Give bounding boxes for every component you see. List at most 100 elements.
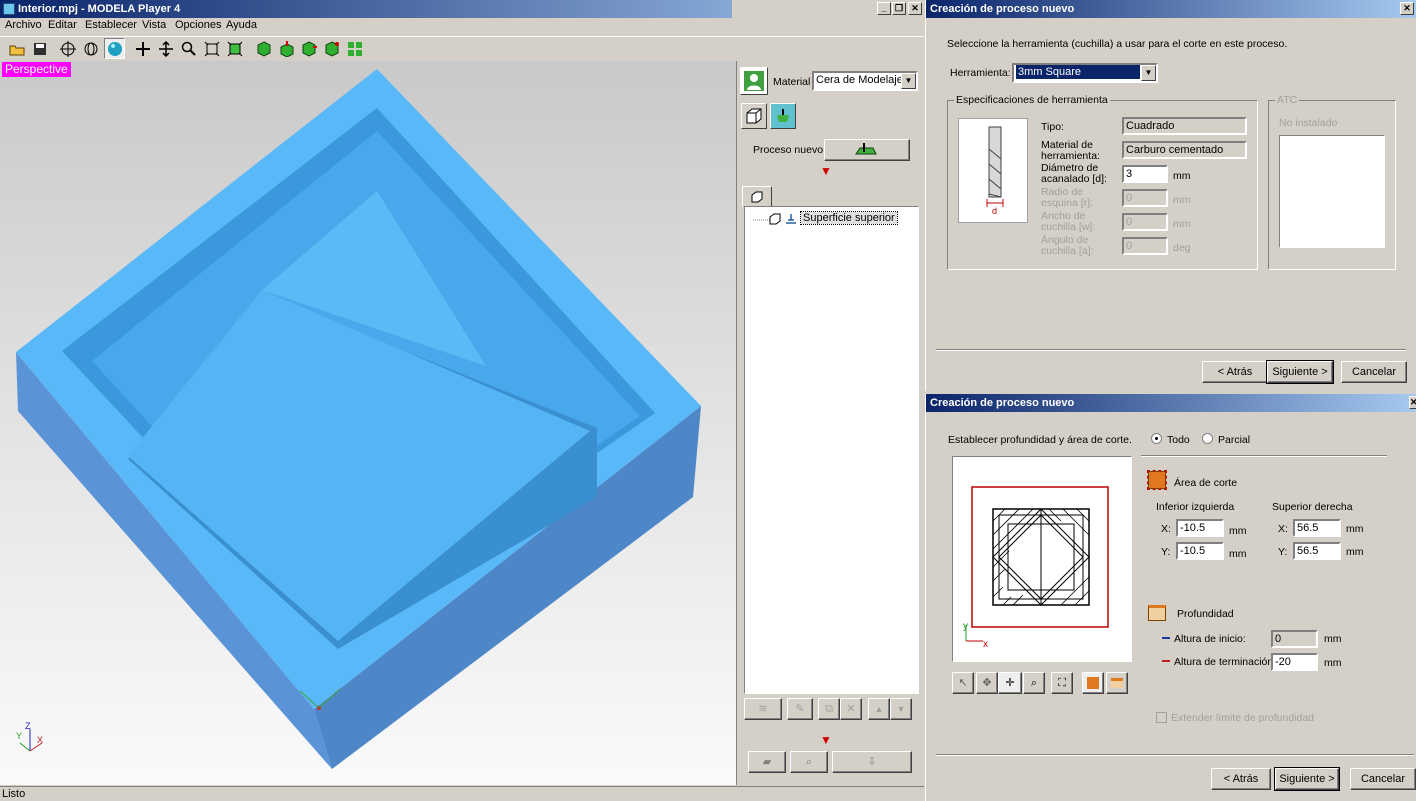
cube-side-icon[interactable]	[298, 38, 319, 59]
new-process-button[interactable]	[824, 139, 910, 161]
dialog-tool: Creación de proceso nuevo ✕ Seleccione l…	[925, 0, 1416, 391]
fit-view-icon[interactable]	[201, 38, 222, 59]
open-folder-icon[interactable]	[6, 38, 27, 59]
fit-tool-button[interactable]: ⛶	[1051, 672, 1073, 694]
render-sphere-icon[interactable]	[104, 38, 125, 59]
ll-x-value: -10.5	[1180, 522, 1206, 534]
new-process-label: Proceso nuevo	[753, 144, 824, 156]
lower-left-label: Inferior izquierda	[1156, 501, 1235, 513]
dialog-tool-separator	[936, 349, 1406, 351]
start-height-value: 0	[1275, 633, 1282, 645]
cube-rotate-icon[interactable]	[321, 38, 342, 59]
zoom-icon[interactable]	[178, 38, 199, 59]
ur-x-field[interactable]: 56.5	[1293, 519, 1341, 537]
area-tool-button[interactable]	[1082, 672, 1104, 694]
globe-icon[interactable]	[80, 38, 101, 59]
move-up-button[interactable]: ▲	[868, 698, 890, 720]
end-height-value: -20	[1275, 656, 1291, 668]
next-button[interactable]: Siguiente >	[1274, 767, 1340, 791]
zoom-icon: ⌕	[1030, 677, 1038, 689]
arrow-down-icon: ▼	[896, 704, 906, 714]
radio-partial[interactable]	[1202, 433, 1213, 444]
cancel-button[interactable]: Cancelar	[1341, 361, 1407, 383]
copy-icon: ⧉	[825, 703, 833, 715]
material-select[interactable]: Cera de Modelaje ▼	[812, 71, 918, 91]
cube-arrow-icon[interactable]	[276, 38, 297, 59]
tree-item-surface[interactable]: Superficie superior	[800, 211, 898, 225]
process-tree[interactable]: Superficie superior	[744, 206, 919, 694]
viewport[interactable]: Perspective Z X Y	[0, 61, 736, 785]
save-icon[interactable]	[29, 38, 50, 59]
svg-text:X: X	[37, 735, 43, 745]
end-height-field[interactable]: -20	[1271, 653, 1318, 671]
path-button[interactable]: ≋	[744, 698, 782, 720]
ll-y-field[interactable]: -10.5	[1176, 542, 1224, 560]
menu-vista[interactable]: Vista	[142, 19, 166, 31]
layer-icon	[751, 191, 763, 202]
tool-material-field: Carburo cementado	[1122, 141, 1247, 159]
radius-label: Radio de esquina [r]:	[1041, 186, 1093, 209]
menu-bar: Archivo Editar Establecer Vista Opciones…	[0, 17, 924, 35]
grid-icon[interactable]	[344, 38, 365, 59]
pan-icon[interactable]	[155, 38, 176, 59]
ur-y-field[interactable]: 56.5	[1293, 542, 1341, 560]
move-arrows-icon[interactable]	[132, 38, 153, 59]
edit-process-button[interactable]: ✎	[787, 698, 813, 720]
atc-status: No instalado	[1279, 117, 1338, 129]
menu-establecer[interactable]: Establecer	[85, 19, 137, 31]
diameter-unit: mm	[1173, 170, 1191, 182]
back-button[interactable]: < Atrás	[1202, 361, 1268, 383]
copy-button[interactable]: ⧉	[818, 698, 840, 720]
close-button[interactable]: ✕	[1400, 2, 1414, 15]
user-icon[interactable]	[740, 67, 768, 95]
next-button[interactable]: Siguiente >	[1266, 360, 1334, 384]
depth-tool-button[interactable]	[1106, 672, 1128, 694]
chevron-down-icon[interactable]: ▼	[1141, 65, 1156, 81]
fit-object-icon[interactable]	[224, 38, 245, 59]
chevron-down-icon[interactable]: ▼	[901, 73, 916, 89]
menu-ayuda[interactable]: Ayuda	[226, 19, 257, 31]
diameter-field[interactable]: 3	[1122, 165, 1168, 183]
box-view-icon[interactable]	[741, 103, 767, 129]
tool-material-label: Material de herramienta:	[1041, 139, 1100, 162]
cut-area-label: Área de corte	[1174, 477, 1238, 489]
material-label: Material	[773, 76, 811, 88]
dialog-tool-title: Creación de proceso nuevo	[930, 3, 1075, 15]
mill-view-icon[interactable]	[770, 103, 796, 129]
atc-label: ATC	[1275, 94, 1300, 106]
menu-opciones[interactable]: Opciones	[175, 19, 221, 31]
end-height-label: Altura de terminación:	[1174, 656, 1277, 668]
tab-surface[interactable]	[742, 186, 772, 206]
zoom-tool-button[interactable]: ⌕	[1023, 672, 1045, 694]
tool-value: 3mm Square	[1016, 65, 1140, 79]
radius-field: 0	[1122, 189, 1168, 207]
move-down-button[interactable]: ▼	[890, 698, 912, 720]
rotate-tool-button[interactable]: ✥	[976, 672, 998, 694]
angle-unit: deg	[1173, 242, 1191, 254]
start-height-field[interactable]: 0	[1271, 630, 1318, 648]
crosshair-icon[interactable]	[57, 38, 78, 59]
delete-button[interactable]: ✕	[840, 698, 862, 720]
menu-archivo[interactable]: Archivo	[5, 19, 42, 31]
ll-x-label: X:	[1161, 523, 1171, 535]
cut-area-icon	[1147, 470, 1167, 490]
select-tool-button[interactable]: ↖	[952, 672, 974, 694]
close-button[interactable]: ✕	[908, 2, 922, 15]
ll-x-field[interactable]: -10.5	[1176, 519, 1224, 537]
menu-editar[interactable]: Editar	[48, 19, 77, 31]
cut-button[interactable]: ⇩	[832, 751, 912, 773]
radio-dot	[1155, 437, 1158, 440]
pointer-icon: ↖	[958, 677, 968, 689]
cancel-button[interactable]: Cancelar	[1350, 768, 1416, 790]
restore-button[interactable]: ❐	[892, 2, 906, 15]
close-button[interactable]: ✕	[1409, 396, 1416, 409]
preview-button[interactable]: ⌕	[790, 751, 828, 773]
radio-all[interactable]	[1151, 433, 1162, 444]
tool-select[interactable]: 3mm Square ▼	[1012, 63, 1158, 83]
stock-button[interactable]: ▰	[748, 751, 786, 773]
cube-icon[interactable]	[253, 38, 274, 59]
back-button[interactable]: < Atrás	[1211, 768, 1271, 790]
pan-tool-button[interactable]: ✛	[998, 672, 1022, 694]
minimize-button[interactable]: _	[877, 2, 891, 15]
extend-checkbox[interactable]	[1156, 712, 1167, 723]
